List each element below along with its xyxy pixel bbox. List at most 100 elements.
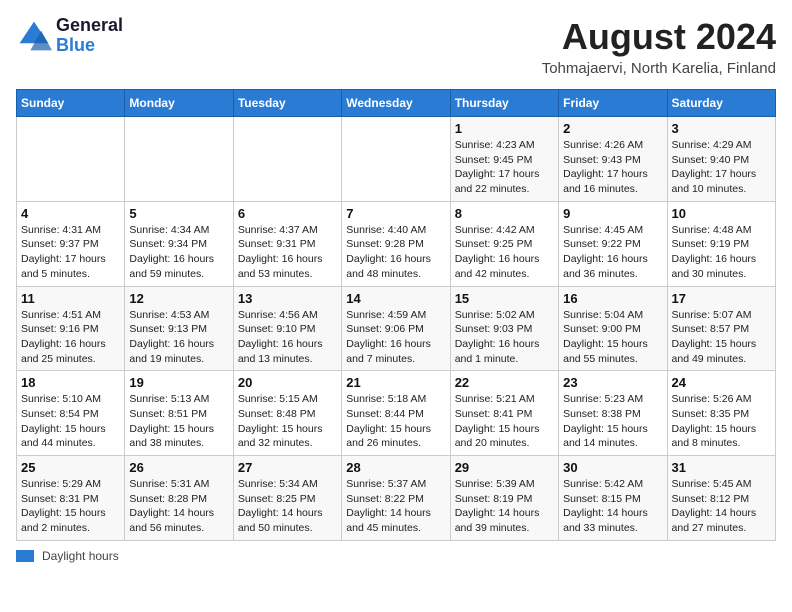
day-number: 29 xyxy=(455,460,554,475)
calendar-cell: 6Sunrise: 4:37 AMSunset: 9:31 PMDaylight… xyxy=(233,201,341,286)
day-number: 6 xyxy=(238,206,337,221)
day-info: Sunrise: 5:23 AMSunset: 8:38 PMDaylight:… xyxy=(563,392,662,451)
day-info: Sunrise: 5:42 AMSunset: 8:15 PMDaylight:… xyxy=(563,477,662,536)
header: General Blue August 2024 Tohmajaervi, No… xyxy=(16,16,776,77)
calendar-cell: 25 Sunrise: 5:29 AMSunset: 8:31 PMDayligh… xyxy=(17,456,125,541)
day-info: Sunrise: 4:29 AMSunset: 9:40 PMDaylight:… xyxy=(672,138,771,197)
day-number: 11 xyxy=(21,291,120,306)
calendar-cell: 9Sunrise: 4:45 AMSunset: 9:22 PMDaylight… xyxy=(559,201,667,286)
day-info: Sunrise: 5:13 AMSunset: 8:51 PMDaylight:… xyxy=(129,392,228,451)
day-info: Sunrise: 4:34 AMSunset: 9:34 PMDaylight:… xyxy=(129,223,228,282)
day-number: 10 xyxy=(672,206,771,221)
day-number: 15 xyxy=(455,291,554,306)
day-number: 31 xyxy=(672,460,771,475)
column-header-wednesday: Wednesday xyxy=(342,90,450,117)
calendar-cell: 20Sunrise: 5:15 AMSunset: 8:48 PMDayligh… xyxy=(233,371,341,456)
day-number: 24 xyxy=(672,375,771,390)
calendar-cell: 5 Sunrise: 4:34 AMSunset: 9:34 PMDaylight… xyxy=(125,201,233,286)
header-row: SundayMondayTuesdayWednesdayThursdayFrid… xyxy=(17,90,776,117)
day-info: Sunrise: 5:39 AMSunset: 8:19 PMDaylight:… xyxy=(455,477,554,536)
column-header-friday: Friday xyxy=(559,90,667,117)
calendar-body: 1 Sunrise: 4:23 AMSunset: 9:45 PMDaylight… xyxy=(17,117,776,541)
day-number: 21 xyxy=(346,375,445,390)
column-header-thursday: Thursday xyxy=(450,90,558,117)
column-header-sunday: Sunday xyxy=(17,90,125,117)
day-info: Sunrise: 5:10 AMSunset: 8:54 PMDaylight:… xyxy=(21,392,120,451)
column-header-tuesday: Tuesday xyxy=(233,90,341,117)
day-info: Sunrise: 5:02 AMSunset: 9:03 PMDaylight:… xyxy=(455,308,554,367)
calendar-cell: 16Sunrise: 5:04 AMSunset: 9:00 PMDayligh… xyxy=(559,286,667,371)
calendar-cell: 17Sunrise: 5:07 AMSunset: 8:57 PMDayligh… xyxy=(667,286,775,371)
calendar-cell: 28Sunrise: 5:37 AMSunset: 8:22 PMDayligh… xyxy=(342,456,450,541)
day-info: Sunrise: 5:18 AMSunset: 8:44 PMDaylight:… xyxy=(346,392,445,451)
calendar-cell: 10 Sunrise: 4:48 AMSunset: 9:19 PMDayligh… xyxy=(667,201,775,286)
day-number: 17 xyxy=(672,291,771,306)
week-row-5: 25 Sunrise: 5:29 AMSunset: 8:31 PMDayligh… xyxy=(17,456,776,541)
calendar-table: SundayMondayTuesdayWednesdayThursdayFrid… xyxy=(16,89,776,541)
day-info: Sunrise: 4:26 AMSunset: 9:43 PMDaylight:… xyxy=(563,138,662,197)
day-number: 13 xyxy=(238,291,337,306)
day-info: Sunrise: 4:40 AMSunset: 9:28 PMDaylight:… xyxy=(346,223,445,282)
calendar-cell: 29 Sunrise: 5:39 AMSunset: 8:19 PMDayligh… xyxy=(450,456,558,541)
day-info: Sunrise: 4:56 AMSunset: 9:10 PMDaylight:… xyxy=(238,308,337,367)
calendar-cell: 23 Sunrise: 5:23 AMSunset: 8:38 PMDayligh… xyxy=(559,371,667,456)
title-section: August 2024 Tohmajaervi, North Karelia, … xyxy=(542,16,776,77)
calendar-cell xyxy=(125,117,233,202)
day-number: 7 xyxy=(346,206,445,221)
week-row-1: 1 Sunrise: 4:23 AMSunset: 9:45 PMDaylight… xyxy=(17,117,776,202)
calendar-cell: 21 Sunrise: 5:18 AMSunset: 8:44 PMDayligh… xyxy=(342,371,450,456)
logo: General Blue xyxy=(16,16,123,56)
day-number: 22 xyxy=(455,375,554,390)
calendar-cell: 18 Sunrise: 5:10 AMSunset: 8:54 PMDayligh… xyxy=(17,371,125,456)
subtitle: Tohmajaervi, North Karelia, Finland xyxy=(542,60,776,77)
day-info: Sunrise: 4:59 AMSunset: 9:06 PMDaylight:… xyxy=(346,308,445,367)
calendar-cell: 4Sunrise: 4:31 AMSunset: 9:37 PMDaylight… xyxy=(17,201,125,286)
day-info: Sunrise: 4:23 AMSunset: 9:45 PMDaylight:… xyxy=(455,138,554,197)
day-info: Sunrise: 5:31 AMSunset: 8:28 PMDaylight:… xyxy=(129,477,228,536)
day-number: 30 xyxy=(563,460,662,475)
legend: Daylight hours xyxy=(16,549,776,563)
logo-text: General Blue xyxy=(56,16,123,56)
day-info: Sunrise: 4:48 AMSunset: 9:19 PMDaylight:… xyxy=(672,223,771,282)
day-number: 12 xyxy=(129,291,228,306)
week-row-3: 11 Sunrise: 4:51 AMSunset: 9:16 PMDayligh… xyxy=(17,286,776,371)
main-title: August 2024 xyxy=(542,16,776,58)
legend-label: Daylight hours xyxy=(42,549,119,563)
day-info: Sunrise: 4:45 AMSunset: 9:22 PMDaylight:… xyxy=(563,223,662,282)
calendar-cell: 30 Sunrise: 5:42 AMSunset: 8:15 PMDayligh… xyxy=(559,456,667,541)
day-info: Sunrise: 4:31 AMSunset: 9:37 PMDaylight:… xyxy=(21,223,120,282)
calendar-cell xyxy=(342,117,450,202)
day-info: Sunrise: 5:45 AMSunset: 8:12 PMDaylight:… xyxy=(672,477,771,536)
calendar-cell: 13 Sunrise: 4:56 AMSunset: 9:10 PMDayligh… xyxy=(233,286,341,371)
day-info: Sunrise: 5:21 AMSunset: 8:41 PMDaylight:… xyxy=(455,392,554,451)
day-number: 1 xyxy=(455,121,554,136)
calendar-header: SundayMondayTuesdayWednesdayThursdayFrid… xyxy=(17,90,776,117)
day-info: Sunrise: 5:34 AMSunset: 8:25 PMDaylight:… xyxy=(238,477,337,536)
day-number: 27 xyxy=(238,460,337,475)
day-info: Sunrise: 5:29 AMSunset: 8:31 PMDaylight:… xyxy=(21,477,120,536)
calendar-cell: 2 Sunrise: 4:26 AMSunset: 9:43 PMDaylight… xyxy=(559,117,667,202)
day-number: 2 xyxy=(563,121,662,136)
calendar-cell xyxy=(233,117,341,202)
calendar-cell: 27 Sunrise: 5:34 AMSunset: 8:25 PMDayligh… xyxy=(233,456,341,541)
calendar-cell: 8 Sunrise: 4:42 AMSunset: 9:25 PMDaylight… xyxy=(450,201,558,286)
day-number: 5 xyxy=(129,206,228,221)
legend-bar xyxy=(16,550,34,562)
day-number: 25 xyxy=(21,460,120,475)
day-info: Sunrise: 4:53 AMSunset: 9:13 PMDaylight:… xyxy=(129,308,228,367)
calendar-cell: 3 Sunrise: 4:29 AMSunset: 9:40 PMDaylight… xyxy=(667,117,775,202)
calendar-cell: 15 Sunrise: 5:02 AMSunset: 9:03 PMDayligh… xyxy=(450,286,558,371)
calendar-cell: 11 Sunrise: 4:51 AMSunset: 9:16 PMDayligh… xyxy=(17,286,125,371)
logo-line1: General xyxy=(56,16,123,36)
day-number: 8 xyxy=(455,206,554,221)
day-number: 23 xyxy=(563,375,662,390)
calendar-cell: 1 Sunrise: 4:23 AMSunset: 9:45 PMDaylight… xyxy=(450,117,558,202)
calendar-cell: 24Sunrise: 5:26 AMSunset: 8:35 PMDayligh… xyxy=(667,371,775,456)
week-row-4: 18 Sunrise: 5:10 AMSunset: 8:54 PMDayligh… xyxy=(17,371,776,456)
day-number: 3 xyxy=(672,121,771,136)
day-info: Sunrise: 5:04 AMSunset: 9:00 PMDaylight:… xyxy=(563,308,662,367)
day-number: 18 xyxy=(21,375,120,390)
day-info: Sunrise: 4:42 AMSunset: 9:25 PMDaylight:… xyxy=(455,223,554,282)
day-info: Sunrise: 4:51 AMSunset: 9:16 PMDaylight:… xyxy=(21,308,120,367)
calendar-cell xyxy=(17,117,125,202)
